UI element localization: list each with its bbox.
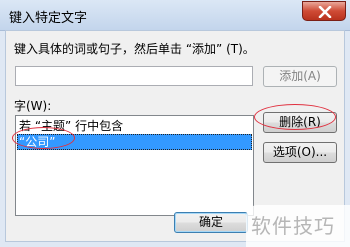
close-button[interactable] xyxy=(302,1,346,21)
options-button[interactable]: 选项(O)... xyxy=(263,142,337,163)
words-list-label: 字(W): xyxy=(14,99,52,113)
instruction-main: 键入具体的词或句子，然后单击 “添加” xyxy=(14,42,223,56)
annotation-circle-company xyxy=(12,127,75,149)
ok-button[interactable]: 确定 xyxy=(174,212,248,233)
annotation-circle-delete xyxy=(254,104,336,130)
window-title: 键入特定文字 xyxy=(9,11,88,26)
dialog-window: 键入特定文字 键入具体的词或句子，然后单击 “添加” (T)。 添加(A) 字(… xyxy=(0,0,350,247)
watermark-text: 软件技巧 xyxy=(251,214,335,238)
watermark: 软件技巧 xyxy=(246,205,350,247)
words-input[interactable] xyxy=(15,66,253,86)
add-button[interactable]: 添加(A) xyxy=(263,66,337,87)
close-icon xyxy=(318,6,332,18)
title-bar[interactable]: 键入特定文字 xyxy=(0,0,350,31)
instruction-mnemonic: (T)。 xyxy=(226,42,255,56)
instruction-text: 键入具体的词或句子，然后单击 “添加” (T)。 xyxy=(14,40,255,57)
